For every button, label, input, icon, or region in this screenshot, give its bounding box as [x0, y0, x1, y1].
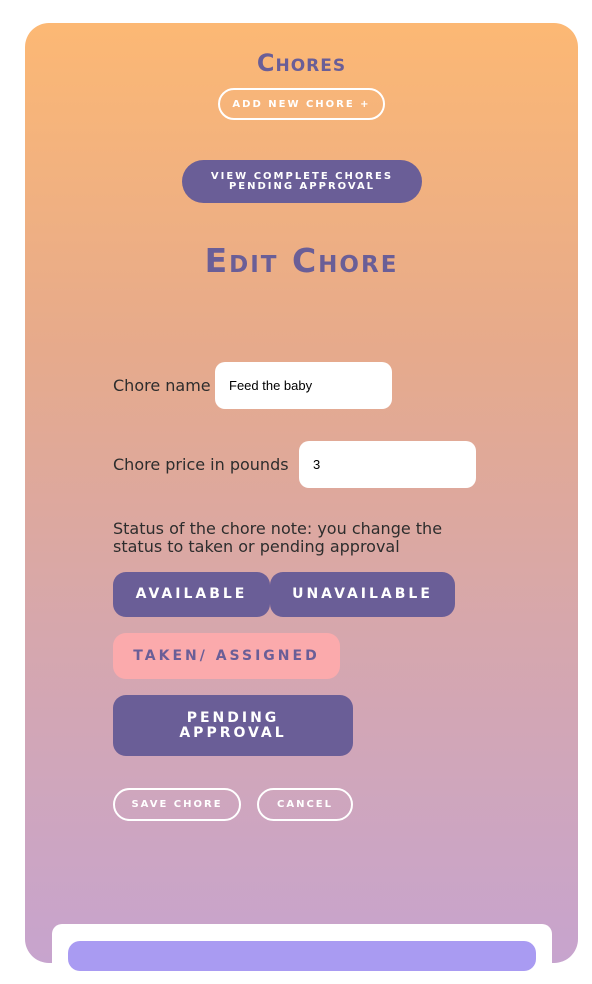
chore-price-label: Chore price in pounds: [113, 455, 289, 474]
status-available-button[interactable]: AVAILABLE: [113, 572, 270, 617]
chore-price-input[interactable]: [299, 441, 476, 488]
chores-panel: Chores ADD NEW CHORE + VIEW COMPLETE CHO…: [25, 23, 578, 963]
bottom-card: [52, 924, 552, 984]
edit-chore-heading: Edit Chore: [204, 241, 399, 280]
cancel-button[interactable]: CANCEL: [257, 788, 353, 821]
chore-name-input[interactable]: [215, 362, 392, 409]
chore-name-label: Chore name: [113, 376, 211, 395]
status-unavailable-button[interactable]: UNAVAILABLE: [270, 572, 455, 617]
add-chore-button[interactable]: ADD NEW CHORE +: [218, 88, 385, 120]
page-title: Chores: [256, 49, 347, 77]
view-pending-approval-button[interactable]: VIEW COMPLETE CHORES PENDING APPROVAL: [182, 160, 422, 203]
save-chore-button[interactable]: SAVE CHORE: [113, 788, 241, 821]
status-pending-approval-button[interactable]: PENDING APPROVAL: [113, 695, 353, 756]
bottom-bar[interactable]: [68, 941, 536, 971]
status-label: Status of the chore note: you change the…: [113, 519, 443, 556]
status-taken-button[interactable]: TAKEN/ ASSIGNED: [113, 633, 340, 679]
